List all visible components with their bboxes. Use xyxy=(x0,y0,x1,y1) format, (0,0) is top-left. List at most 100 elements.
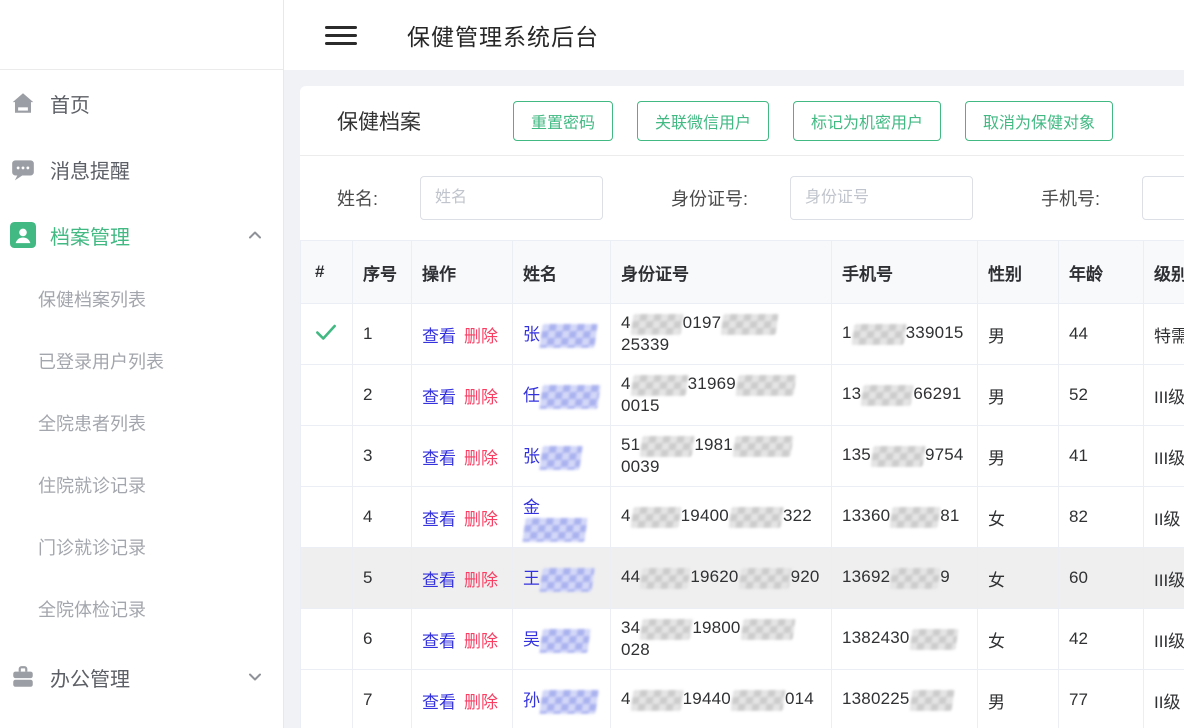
filter-input-1[interactable] xyxy=(790,176,973,220)
name-link[interactable]: 任 xyxy=(523,386,540,405)
delete-link[interactable]: 删除 xyxy=(464,510,498,529)
gender-cell: 女 xyxy=(978,487,1059,548)
text-fragment: 19800 xyxy=(692,618,740,637)
sidebar-subitem-住院就诊记录[interactable]: 住院就诊记录 xyxy=(0,454,283,516)
table-row: 4查看删除金4194003221336081女82II级 xyxy=(301,487,1184,548)
redaction-blur xyxy=(909,690,954,711)
delete-link[interactable]: 删除 xyxy=(464,449,498,468)
name-link[interactable]: 吴 xyxy=(523,630,540,649)
gender-cell: 男 xyxy=(978,670,1059,728)
view-link[interactable]: 查看 xyxy=(422,449,456,468)
sidebar-top-spacer xyxy=(0,0,283,70)
name-cell: 王 xyxy=(513,548,611,609)
column-header-级别: 级别 xyxy=(1144,241,1184,304)
sidebar-subitem-保健档案列表[interactable]: 保健档案列表 xyxy=(0,268,283,330)
name-cell: 张 xyxy=(513,304,611,365)
row-select-cell[interactable] xyxy=(301,609,353,670)
briefcase-icon xyxy=(10,664,36,690)
name-cell: 孙 xyxy=(513,670,611,728)
gender-cell: 女 xyxy=(978,548,1059,609)
level-cell: 特需 xyxy=(1144,304,1184,365)
row-select-cell[interactable] xyxy=(301,670,353,728)
text-fragment: 9 xyxy=(940,567,950,586)
text-fragment: 13692 xyxy=(842,567,890,586)
view-link[interactable]: 查看 xyxy=(422,632,456,651)
redaction-blur xyxy=(738,568,791,589)
row-select-cell[interactable] xyxy=(301,487,353,548)
sidebar-menu: 首页消息提醒档案管理保健档案列表已登录用户列表全院患者列表住院就诊记录门诊就诊记… xyxy=(0,70,283,714)
text-fragment: 9754 xyxy=(925,445,964,464)
toolbar-button-取消为保健对象[interactable]: 取消为保健对象 xyxy=(965,101,1113,141)
chevron-up-icon xyxy=(245,225,265,245)
seq-cell: 2 xyxy=(353,365,412,426)
toolbar-button-标记为机密用户[interactable]: 标记为机密用户 xyxy=(793,101,941,141)
sidebar-item-档案管理[interactable]: 档案管理 xyxy=(0,202,283,268)
row-select-cell[interactable] xyxy=(301,548,353,609)
sidebar-item-办公管理[interactable]: 办公管理 xyxy=(0,640,283,714)
sidebar-item-首页[interactable]: 首页 xyxy=(0,70,283,136)
sidebar-subitem-全院患者列表[interactable]: 全院患者列表 xyxy=(0,392,283,454)
row-select-cell[interactable] xyxy=(301,304,353,365)
menu-toggle-icon[interactable] xyxy=(325,22,357,48)
phone-cell: 1339015 xyxy=(832,304,978,365)
app-header: 保健管理系统后台 xyxy=(284,0,1184,70)
text-fragment: 13360 xyxy=(842,506,890,525)
gender-cell: 男 xyxy=(978,304,1059,365)
delete-link[interactable]: 删除 xyxy=(464,632,498,651)
filter-input-2[interactable] xyxy=(1142,176,1184,220)
view-link[interactable]: 查看 xyxy=(422,571,456,590)
sidebar-subitem-全院体检记录[interactable]: 全院体检记录 xyxy=(0,578,283,640)
name-link[interactable]: 金 xyxy=(523,498,540,517)
user-icon xyxy=(10,222,36,248)
filter-input-0[interactable] xyxy=(420,176,603,220)
text-fragment: 920 xyxy=(791,567,820,586)
redaction-blur xyxy=(740,619,795,640)
delete-link[interactable]: 删除 xyxy=(464,571,498,590)
text-fragment: 81 xyxy=(940,506,959,525)
view-link[interactable]: 查看 xyxy=(422,693,456,712)
row-select-cell[interactable] xyxy=(301,426,353,487)
text-fragment: 51 xyxy=(621,435,640,454)
text-fragment: 014 xyxy=(785,689,814,708)
column-header-序号: 序号 xyxy=(353,241,412,304)
name-link[interactable]: 王 xyxy=(523,569,540,588)
name-link[interactable]: 张 xyxy=(523,325,540,344)
name-link[interactable]: 张 xyxy=(523,447,540,466)
sidebar-item-消息提醒[interactable]: 消息提醒 xyxy=(0,136,283,202)
delete-link[interactable]: 删除 xyxy=(464,693,498,712)
name-link[interactable]: 孙 xyxy=(523,691,540,710)
delete-link[interactable]: 删除 xyxy=(464,327,498,346)
sidebar-subitem-门诊就诊记录[interactable]: 门诊就诊记录 xyxy=(0,516,283,578)
delete-link[interactable]: 删除 xyxy=(464,388,498,407)
table-row: 1查看删除张40197253391339015男44特需 xyxy=(301,304,1184,365)
chevron-down-icon xyxy=(245,667,265,687)
seq-cell: 5 xyxy=(353,548,412,609)
age-cell: 44 xyxy=(1059,304,1144,365)
column-header-身份证号: 身份证号 xyxy=(611,241,832,304)
level-cell: II级 xyxy=(1144,487,1184,548)
view-link[interactable]: 查看 xyxy=(422,510,456,529)
table-row: 7查看删除孙4194400141380225男77II级 xyxy=(301,670,1184,728)
id-number-cell: 419400322 xyxy=(611,487,832,548)
row-select-cell[interactable] xyxy=(301,365,353,426)
id-number-cell: 3419800028 xyxy=(611,609,832,670)
card-header: 保健档案 重置密码关联微信用户标记为机密用户取消为保健对象 xyxy=(300,86,1184,156)
redaction-blur xyxy=(890,507,941,528)
redaction-blur xyxy=(539,385,600,409)
toolbar-button-关联微信用户[interactable]: 关联微信用户 xyxy=(637,101,769,141)
text-fragment: 34 xyxy=(621,618,640,637)
text-fragment: 1981 xyxy=(694,435,733,454)
view-link[interactable]: 查看 xyxy=(422,388,456,407)
redaction-blur xyxy=(539,568,594,592)
text-fragment: 1380225 xyxy=(842,689,910,708)
id-number-cell: 4019725339 xyxy=(611,304,832,365)
name-cell: 任 xyxy=(513,365,611,426)
toolbar-button-重置密码[interactable]: 重置密码 xyxy=(513,101,613,141)
phone-cell: 13692 9 xyxy=(832,548,978,609)
redaction-blur xyxy=(730,690,785,711)
actions-cell: 查看删除 xyxy=(412,487,513,548)
redaction-blur xyxy=(630,314,683,335)
text-fragment: 19400 xyxy=(681,506,729,525)
sidebar-subitem-已登录用户列表[interactable]: 已登录用户列表 xyxy=(0,330,283,392)
view-link[interactable]: 查看 xyxy=(422,327,456,346)
